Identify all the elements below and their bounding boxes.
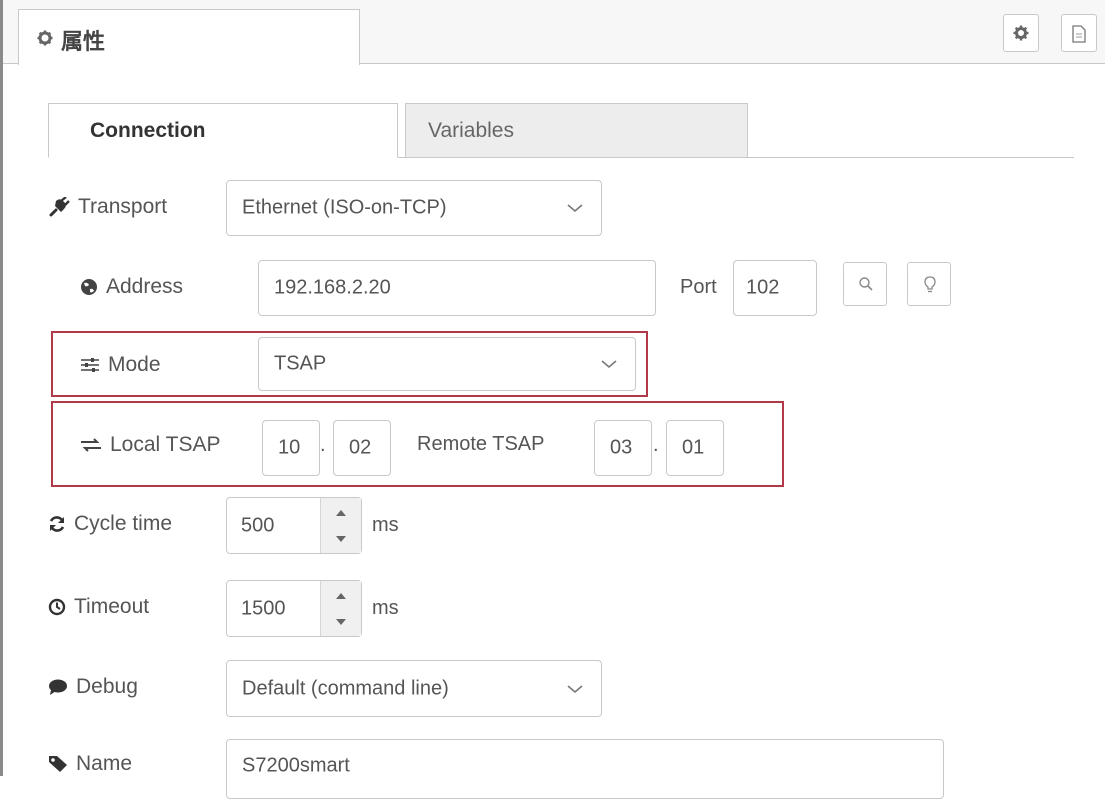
tab-connection-label: Connection [90, 119, 206, 142]
timeout-value: 1500 [241, 597, 286, 619]
debug-label: Debug [48, 675, 138, 699]
panel-left-border [0, 0, 3, 776]
gear-icon [37, 30, 53, 46]
search-button[interactable] [843, 262, 887, 306]
exchange-icon [81, 438, 101, 452]
caret-down-icon[interactable] [336, 536, 346, 542]
caret-down-icon[interactable] [336, 619, 346, 625]
refresh-icon [49, 516, 65, 532]
local-tsap-byte1-value: 10 [278, 436, 301, 459]
local-tsap-byte2-value: 02 [349, 436, 372, 459]
remote-tsap-byte1-input[interactable]: 03 [594, 420, 652, 476]
mode-label: Mode [80, 353, 161, 377]
address-input[interactable]: 192.168.2.20 [258, 260, 656, 316]
remote-tsap-label: Remote TSAP [417, 433, 545, 455]
timeout-spinner[interactable]: 1500 [226, 580, 362, 637]
cycle-time-label: Cycle time [48, 512, 172, 536]
remote-tsap-byte2-value: 01 [682, 436, 705, 459]
debug-select[interactable]: Default (command line) [226, 660, 602, 717]
comment-icon [49, 679, 67, 695]
properties-tab-label: 属性 [61, 30, 106, 55]
tab-connection[interactable]: Connection [48, 103, 398, 158]
search-icon [859, 277, 873, 291]
gear-icon [1013, 25, 1029, 41]
settings-button[interactable] [1003, 14, 1039, 52]
tab-variables[interactable]: Variables [405, 103, 748, 158]
timeout-unit: ms [372, 597, 399, 619]
mode-value: TSAP [274, 352, 327, 375]
document-icon [1072, 25, 1086, 43]
cycle-time-unit: ms [372, 514, 399, 536]
chevron-down-icon [567, 684, 583, 693]
local-tsap-separator: . [320, 434, 326, 456]
properties-tab[interactable]: 属性 [18, 9, 360, 65]
port-value: 102 [746, 276, 780, 299]
debug-value: Default (command line) [242, 677, 449, 699]
transport-value: Ethernet (ISO-on-TCP) [242, 196, 447, 219]
sliders-icon [81, 358, 99, 372]
timeout-stepper[interactable] [320, 581, 361, 636]
clock-icon [48, 598, 66, 616]
transport-label: Transport [48, 195, 167, 219]
mode-select[interactable]: TSAP [258, 337, 636, 391]
lightbulb-icon [924, 276, 936, 293]
caret-up-icon[interactable] [336, 593, 346, 599]
tag-icon [49, 756, 67, 772]
name-label: Name [48, 752, 132, 776]
chevron-down-icon [601, 360, 617, 369]
tab-variables-label: Variables [428, 119, 514, 142]
name-input[interactable]: S7200smart [226, 739, 944, 799]
local-tsap-byte1-input[interactable]: 10 [262, 420, 320, 476]
local-tsap-byte2-input[interactable]: 02 [333, 420, 391, 476]
timeout-label: Timeout [48, 595, 149, 619]
port-label: Port [680, 276, 717, 298]
local-tsap-label: Local TSAP [80, 433, 221, 457]
globe-icon [81, 279, 97, 295]
name-value: S7200smart [242, 754, 350, 777]
cycle-time-stepper[interactable] [320, 498, 361, 553]
plug-icon [49, 197, 70, 217]
caret-up-icon[interactable] [336, 510, 346, 516]
cycle-time-value: 500 [241, 514, 275, 536]
remote-tsap-byte2-input[interactable]: 01 [666, 420, 724, 476]
description-button[interactable] [1061, 14, 1097, 52]
remote-tsap-separator: . [653, 434, 659, 456]
port-input[interactable]: 102 [733, 260, 817, 316]
chevron-down-icon [567, 204, 583, 213]
address-value: 192.168.2.20 [274, 276, 391, 299]
hint-button[interactable] [907, 262, 951, 306]
transport-select[interactable]: Ethernet (ISO-on-TCP) [226, 180, 602, 236]
address-label: Address [80, 275, 183, 299]
remote-tsap-byte1-value: 03 [610, 436, 633, 459]
cycle-time-spinner[interactable]: 500 [226, 497, 362, 554]
